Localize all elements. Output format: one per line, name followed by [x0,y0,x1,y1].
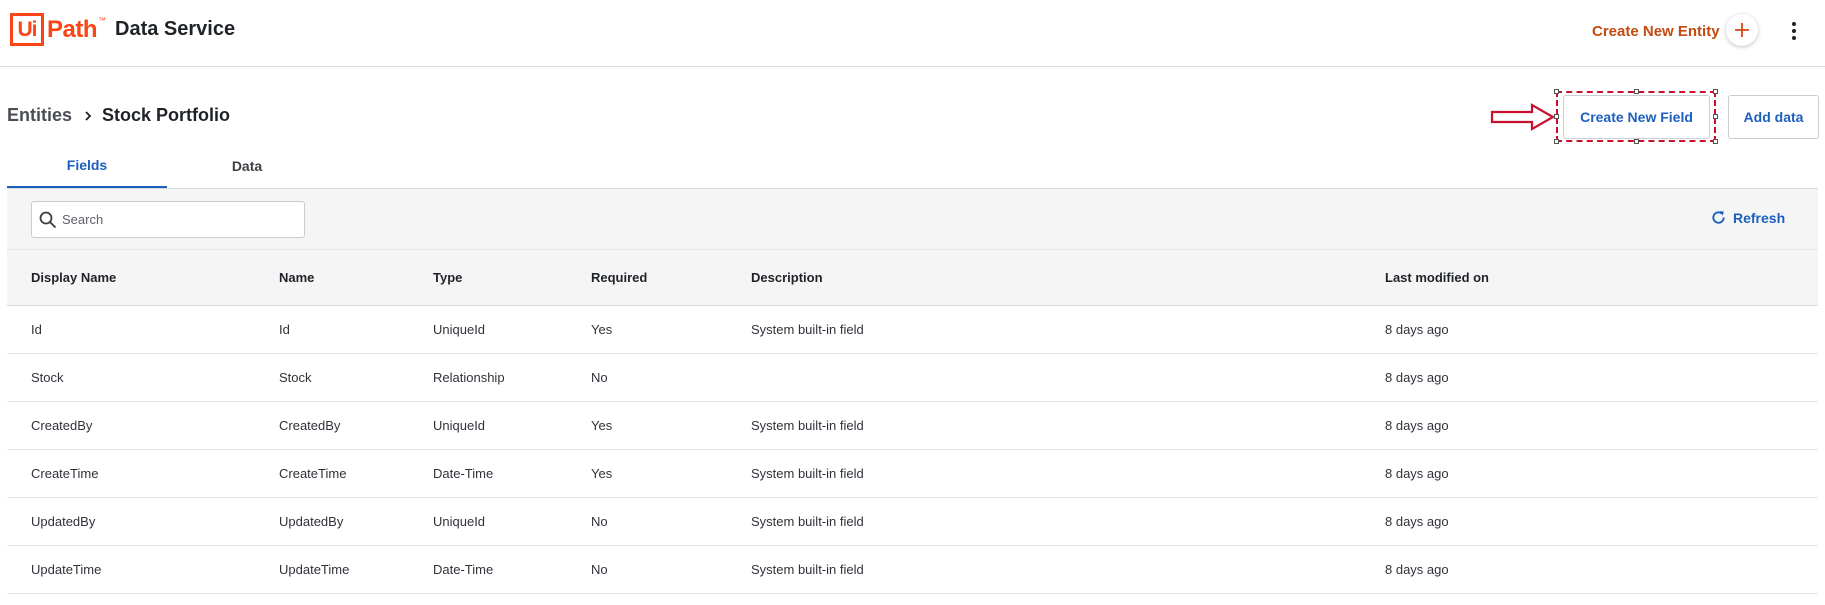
cell-required: No [591,514,608,529]
cell-last-modified: 8 days ago [1385,466,1449,481]
cell-name: Id [279,322,290,337]
tab-fields[interactable]: Fields [7,143,167,188]
cell-description: System built-in field [751,514,864,529]
cell-type: UniqueId [433,514,486,529]
cell-name: CreatedBy [279,418,341,433]
tab-data[interactable]: Data [167,143,327,188]
breadcrumb-entities-link[interactable]: Entities [7,105,72,126]
chevron-right-icon [82,110,94,122]
cell-display-name: Id [31,322,42,337]
cell-last-modified: 8 days ago [1385,514,1449,529]
logo-path-text: Path [47,15,98,43]
cell-required: Yes [591,418,613,433]
tabs: Fields Data [7,143,1817,188]
cell-last-modified: 8 days ago [1385,322,1449,337]
table-row[interactable]: Id Id UniqueId Yes System built-in field… [7,306,1818,354]
page-title: Stock Portfolio [102,105,231,125]
column-header-description[interactable]: Description [751,270,823,285]
cell-display-name: Stock [31,370,64,385]
cell-name: UpdateTime [279,562,350,577]
cell-required: Yes [591,466,613,481]
cell-name: CreateTime [279,466,347,481]
search-box[interactable] [31,201,305,238]
create-entity-plus-button[interactable] [1726,14,1758,46]
cell-type: Date-Time [433,562,494,577]
cell-required: No [591,370,608,385]
cell-description: System built-in field [751,466,864,481]
column-header-required[interactable]: Required [591,270,647,285]
cell-description: System built-in field [751,562,864,577]
cell-display-name: CreatedBy [31,418,93,433]
refresh-label: Refresh [1733,209,1786,226]
cell-type: Date-Time [433,466,494,481]
logo-trademark: ™ [98,16,107,25]
cell-last-modified: 8 days ago [1385,370,1449,385]
fields-table: Display Name Name Type Required Descript… [7,250,1818,594]
table-row[interactable]: UpdatedBy UpdatedBy UniqueId No System b… [7,498,1818,546]
cell-name: UpdatedBy [279,514,344,529]
cell-name: Stock [279,370,312,385]
cell-type: UniqueId [433,418,486,433]
cell-display-name: UpdateTime [31,562,102,577]
cell-last-modified: 8 days ago [1385,418,1449,433]
uipath-logo[interactable]: Ui Path ™ Data Service [10,13,235,46]
cell-display-name: UpdatedBy [31,514,96,529]
search-input[interactable] [62,202,298,237]
cell-type: UniqueId [433,322,486,337]
table-row[interactable]: Stock Stock Relationship No 8 days ago [7,354,1818,402]
cell-required: Yes [591,322,613,337]
breadcrumb: Entities Stock Portfolio [7,105,230,126]
plus-icon [1735,23,1749,37]
refresh-button[interactable]: Refresh [1710,209,1785,226]
table-row[interactable]: UpdateTime UpdateTime Date-Time No Syste… [7,546,1818,594]
table-toolbar: Refresh [7,188,1818,250]
refresh-icon [1712,211,1725,224]
column-header-type[interactable]: Type [433,270,462,285]
add-data-button[interactable]: Add data [1728,95,1819,139]
table-row[interactable]: CreatedBy CreatedBy UniqueId Yes System … [7,402,1818,450]
column-header-name[interactable]: Name [279,270,314,285]
logo-ui-mark: Ui [10,13,44,46]
cell-last-modified: 8 days ago [1385,562,1449,577]
arrow-right-annotation-icon [1490,103,1556,131]
table-row[interactable]: CreateTime CreateTime Date-Time Yes Syst… [7,450,1818,498]
cell-type: Relationship [433,370,505,385]
cell-description: System built-in field [751,322,864,337]
column-header-last-modified[interactable]: Last modified on [1385,270,1489,285]
cell-required: No [591,562,608,577]
search-icon [39,211,57,229]
top-bar: Ui Path ™ Data Service Create New Entity [0,0,1825,67]
column-header-display-name[interactable]: Display Name [31,270,116,285]
product-name: Data Service [115,18,236,40]
create-new-entity-link[interactable]: Create New Entity [1592,23,1720,40]
create-new-field-button[interactable]: Create New Field [1563,95,1710,139]
table-header-row: Display Name Name Type Required Descript… [7,250,1818,306]
more-vertical-icon[interactable] [1786,18,1802,44]
cell-display-name: CreateTime [31,466,99,481]
cell-description: System built-in field [751,418,864,433]
